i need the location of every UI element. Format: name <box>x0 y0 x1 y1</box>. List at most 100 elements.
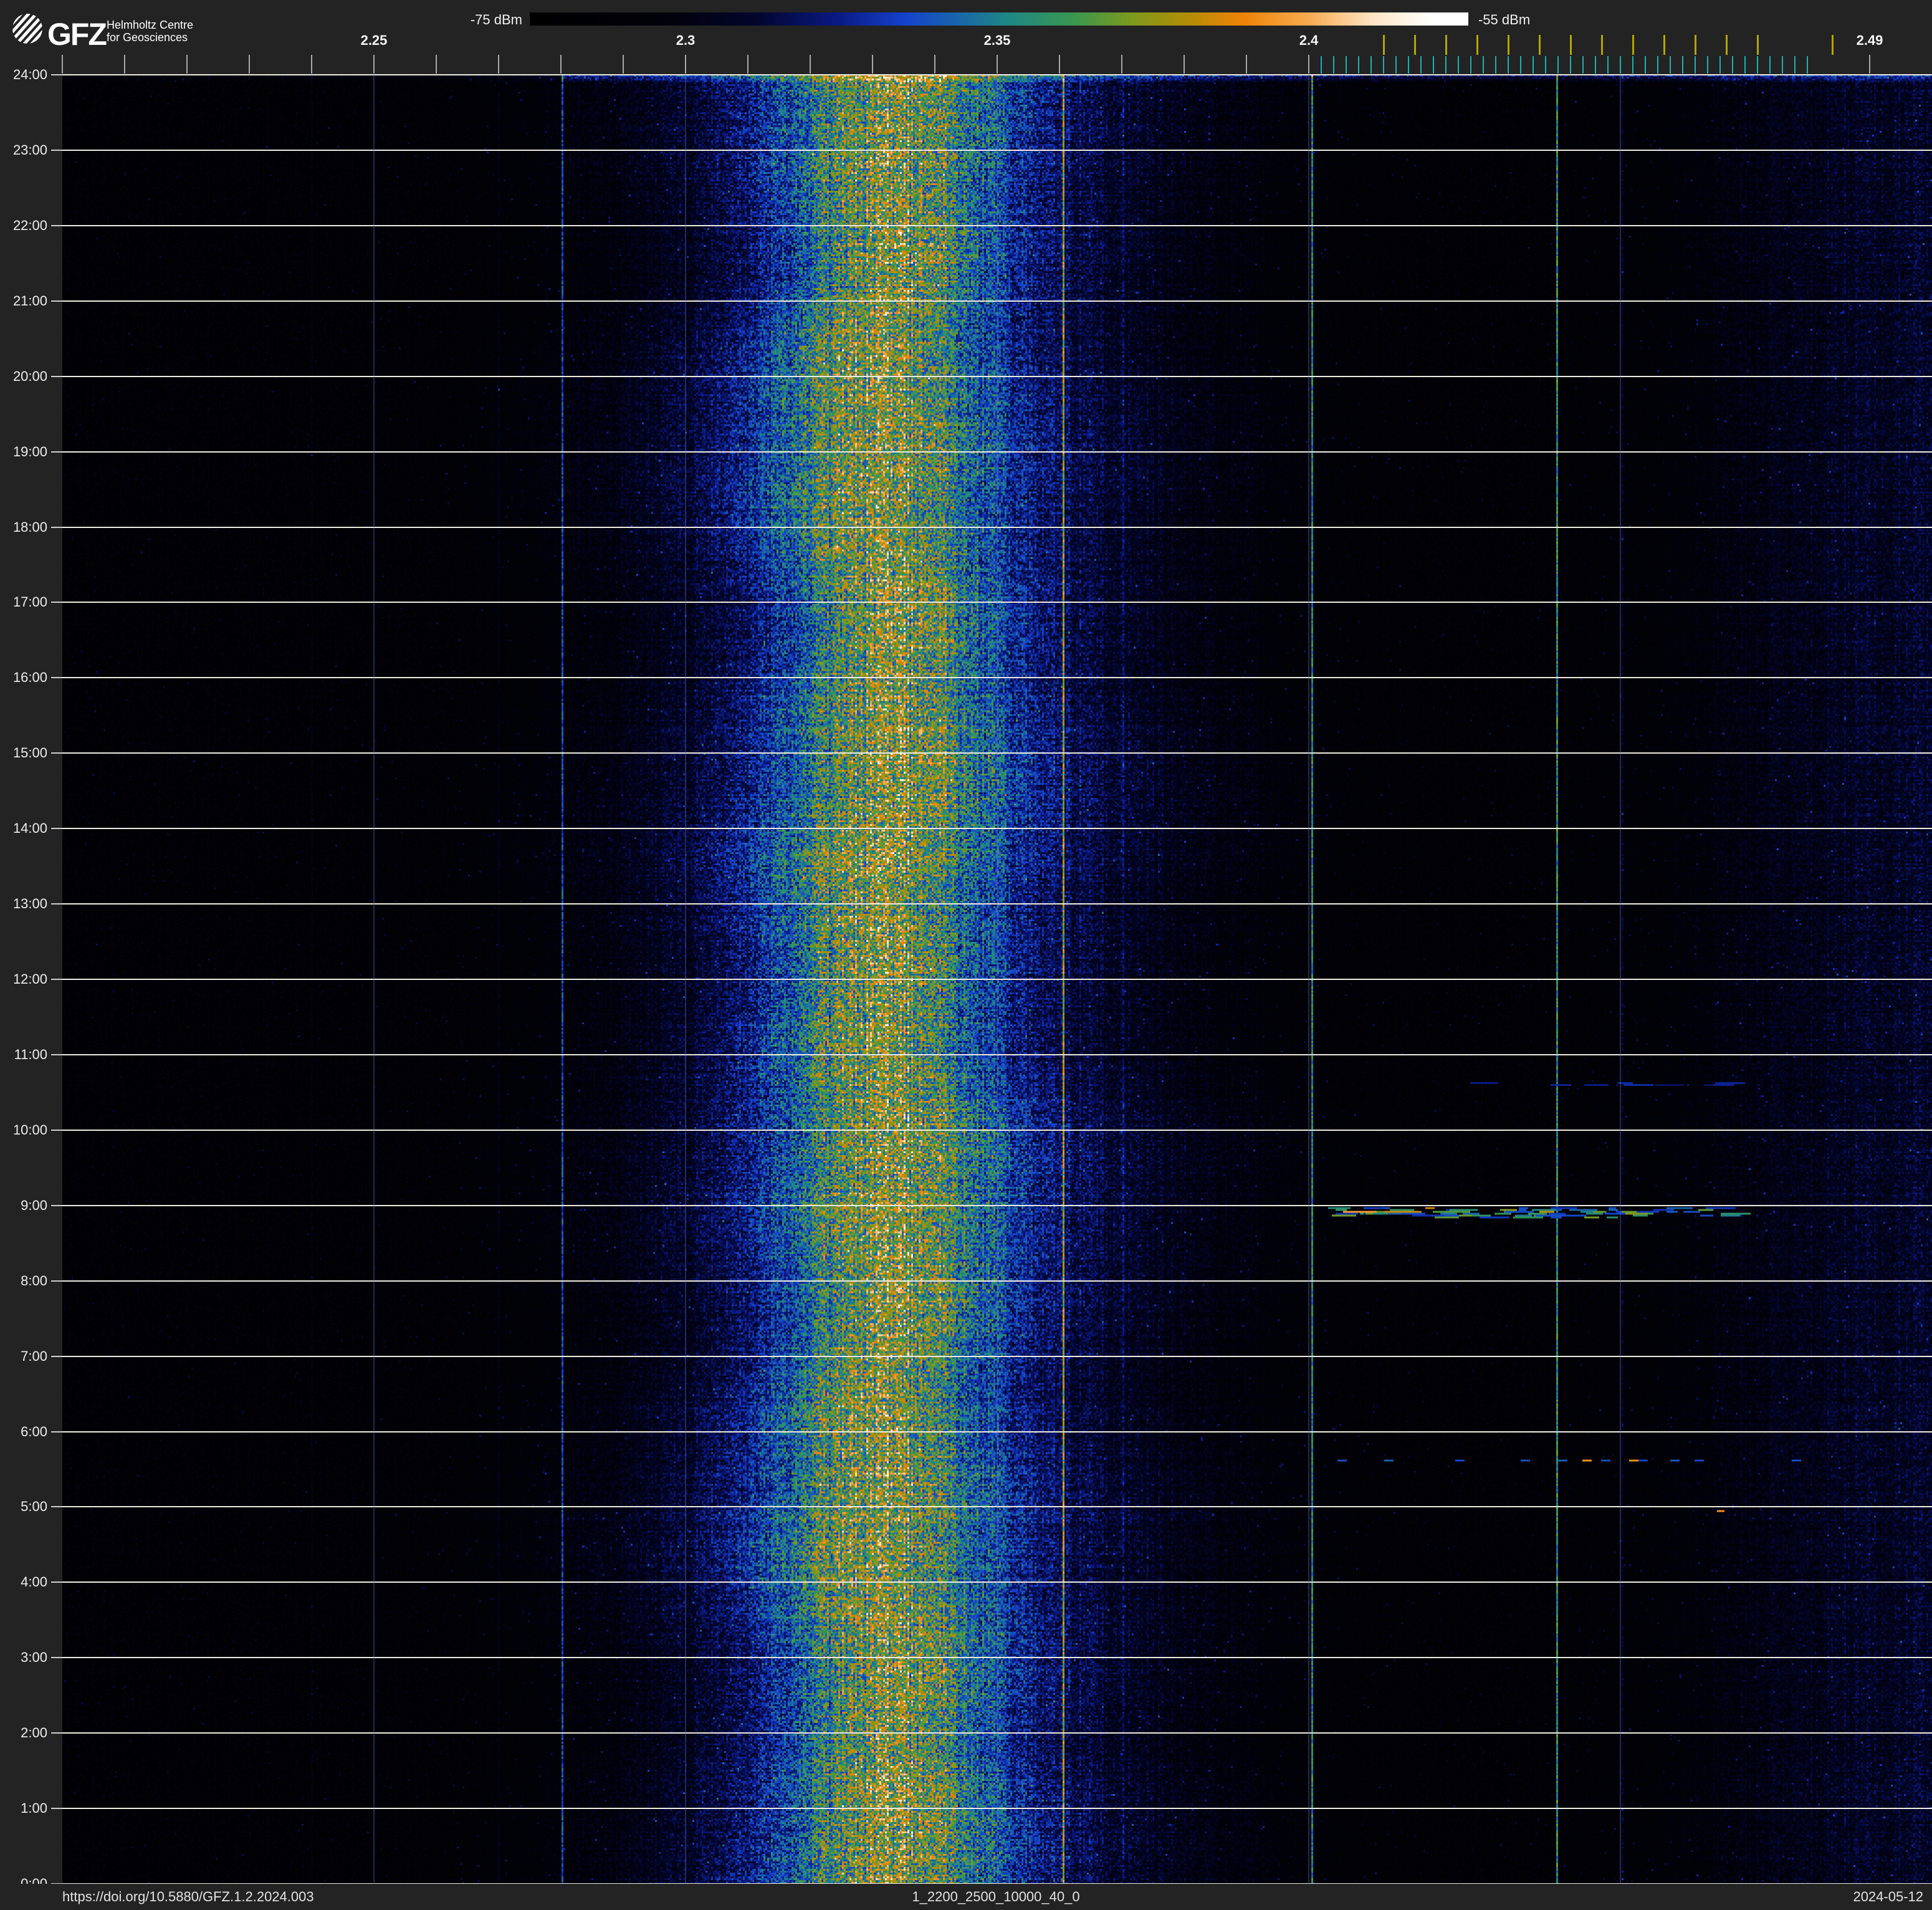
wifi-channel-tick <box>1663 35 1665 55</box>
ble-channel-tick <box>1495 56 1496 74</box>
date-label: 2024-05-12 <box>1853 1889 1923 1904</box>
ble-channel-tick <box>1707 56 1708 74</box>
time-tick <box>51 1129 62 1131</box>
freq-minor-tick <box>1121 55 1122 74</box>
freq-minor-tick <box>560 55 562 74</box>
freq-gridline <box>373 75 375 1884</box>
time-tick <box>51 149 62 151</box>
ble-channel-tick <box>1732 56 1733 74</box>
time-label: 10:00 <box>12 1121 47 1138</box>
freq-minor-tick <box>1869 55 1870 74</box>
freq-minor-tick <box>498 55 499 74</box>
time-tick <box>51 1355 62 1357</box>
ble-channel-tick <box>1458 56 1459 74</box>
time-tick <box>51 1204 62 1206</box>
time-label: 19:00 <box>12 443 47 459</box>
freq-minor-tick <box>311 55 312 74</box>
time-tick <box>51 1506 62 1508</box>
time-label: 8:00 <box>21 1272 47 1289</box>
ble-channel-tick <box>1346 56 1347 74</box>
time-tick <box>51 375 62 377</box>
time-label: 15:00 <box>12 745 47 761</box>
time-label: 12:00 <box>12 971 47 987</box>
time-label: 4:00 <box>21 1574 47 1590</box>
time-tick <box>51 1280 62 1282</box>
ble-channel-tick <box>1333 56 1334 74</box>
freq-minor-tick <box>934 55 935 74</box>
ble-channel-tick <box>1321 56 1322 74</box>
freq-minor-tick <box>810 55 811 74</box>
time-tick <box>51 903 62 905</box>
time-label: 21:00 <box>12 292 47 309</box>
time-label: 16:00 <box>12 669 47 686</box>
time-label: 20:00 <box>12 368 47 384</box>
time-tick <box>51 1053 62 1055</box>
freq-tick-label: 2.25 <box>360 32 388 48</box>
ble-channel-tick <box>1757 56 1758 74</box>
freq-tick-label: 2.4 <box>1299 32 1319 48</box>
wifi-channel-tick <box>1383 35 1385 55</box>
ble-channel-tick <box>1433 56 1434 74</box>
time-label: 23:00 <box>12 142 47 158</box>
time-tick <box>51 526 62 528</box>
time-label: 24:00 <box>12 67 47 82</box>
wifi-channel-tick <box>1508 35 1509 55</box>
ble-channel-tick <box>1557 56 1559 74</box>
freq-gridline <box>1620 75 1621 1884</box>
time-tick <box>51 1732 62 1734</box>
ble-channel-tick <box>1682 56 1683 74</box>
freq-tick-label: 2.49 <box>1856 32 1883 48</box>
time-label: 18:00 <box>12 519 47 535</box>
freq-minor-tick <box>872 55 873 74</box>
plot-gridlines <box>62 74 1932 1884</box>
time-tick <box>51 224 62 226</box>
time-label: 3:00 <box>21 1649 47 1666</box>
freq-gridline <box>1308 75 1309 1884</box>
dataset-title: 1_2200_2500_10000_40_0 <box>912 1889 1080 1904</box>
ble-channel-tick <box>1657 56 1658 74</box>
ble-channel-tick <box>1695 56 1696 74</box>
time-tick <box>51 1581 62 1583</box>
freq-tick-label: 2.35 <box>983 32 1011 48</box>
ble-channel-tick <box>1483 56 1484 74</box>
ble-channel-tick <box>1545 56 1546 74</box>
time-label: 9:00 <box>21 1197 47 1213</box>
time-tick <box>51 300 62 302</box>
ble-channel-tick <box>1632 56 1633 74</box>
wifi-channel-tick <box>1601 35 1603 55</box>
ble-channel-tick <box>1470 56 1471 74</box>
ble-channel-tick <box>1794 56 1796 74</box>
ble-channel-tick <box>1782 56 1783 74</box>
ble-channel-tick <box>1607 56 1609 74</box>
ble-channel-tick <box>1508 56 1509 74</box>
wifi-channel-tick <box>1414 35 1416 55</box>
wifi-channel-tick <box>1695 35 1696 55</box>
time-label: 2:00 <box>21 1725 47 1741</box>
freq-minor-tick <box>747 55 748 74</box>
time-label: 13:00 <box>12 896 47 912</box>
time-label: 11:00 <box>14 1046 47 1062</box>
ble-channel-tick <box>1769 56 1771 74</box>
freq-tick-label: 2.3 <box>676 32 696 48</box>
ble-channel-tick <box>1395 56 1397 74</box>
freq-minor-tick <box>1059 55 1060 74</box>
wifi-channel-tick <box>1726 35 1728 55</box>
freq-minor-tick <box>1308 55 1309 74</box>
time-tick <box>51 74 62 75</box>
ble-channel-tick <box>1520 56 1521 74</box>
doi-link: https://doi.org/10.5880/GFZ.1.2.2024.003 <box>62 1889 314 1904</box>
time-label: 1:00 <box>21 1800 47 1816</box>
wifi-channel-tick <box>1570 35 1572 55</box>
freq-minor-tick <box>249 55 250 74</box>
time-label: 6:00 <box>21 1423 47 1439</box>
freq-minor-tick <box>124 55 125 74</box>
ble-channel-tick <box>1420 56 1422 74</box>
ble-channel-tick <box>1445 56 1447 74</box>
ble-channel-tick <box>1595 56 1596 74</box>
ble-channel-tick <box>1533 56 1534 74</box>
ble-channel-tick <box>1670 56 1671 74</box>
wifi-channel-tick <box>1476 35 1478 55</box>
spectrogram-plot <box>62 74 1932 1884</box>
ble-channel-tick <box>1408 56 1409 74</box>
frequency-axis: 2.25 2.3 2.35 2.4 2.49 <box>0 0 1932 75</box>
